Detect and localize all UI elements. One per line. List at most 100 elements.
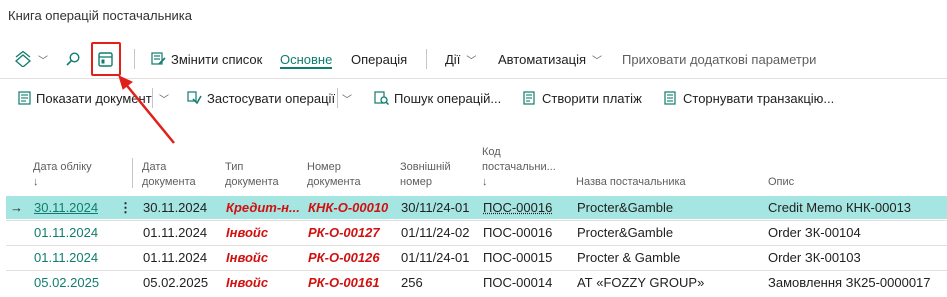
annotation-highlight-box [91,42,121,76]
toolbar-divider-line [0,78,947,79]
show-document-dropdown[interactable]: ﹀ [159,83,169,113]
col-header-label: Код [482,146,501,158]
cell-document-type: Інвойс [226,250,269,265]
reverse-transaction-label: Сторнувати транзакцію... [683,90,835,106]
col-header-document-no[interactable]: Номер документа [307,160,361,190]
col-header-vendor-code[interactable]: Код постачальни... ↓ [482,145,556,190]
cell-document-no[interactable]: РК-О-00127 [308,221,380,244]
search-operations-label: Пошук операцій... [394,90,502,106]
col-header-label: документа [307,176,361,188]
layers-icon [15,51,31,67]
cell-vendor-name: Procter&Gamble [577,225,674,240]
chevron-down-icon: ﹀ [342,94,352,106]
chevron-down-icon: ﹀ [38,55,48,67]
cell-document-no[interactable]: КНК-О-00010 [308,196,388,219]
automation-menu[interactable]: Автоматизація ﹀ [498,40,602,78]
cell-vendor-code[interactable]: ПОС-00016 [483,221,552,244]
edit-list-icon [151,52,166,65]
cell-document-type: Кредит-н... [226,200,300,215]
col-header-document-date[interactable]: Дата документа [142,160,196,190]
tab-operation-label: Операція [351,51,408,67]
cell-vendor-code[interactable]: ПОС-00015 [483,246,552,269]
change-list-button[interactable]: Змінити список [151,40,262,78]
payment-icon [523,91,535,105]
cell-document-date: 01.11.2024 [143,250,208,265]
cell-description: Order ЗК-00104 [768,225,861,240]
tab-main[interactable]: Основне [280,40,333,78]
cell-posting-date[interactable]: 01.11.2024 [34,246,98,269]
col-header-label: Дата обліку [33,161,92,173]
table-row[interactable]: 01.11.2024 01.11.2024 Інвойс РК-О-00126 … [6,246,947,269]
sort-desc-icon: ↓ [482,176,488,188]
cell-vendor-code[interactable]: ПОС-00014 [483,271,552,294]
cell-document-date: 30.11.2024 [143,200,208,215]
cell-document-date: 05.02.2025 [143,275,209,290]
chevron-down-icon: ﹀ [159,94,169,106]
command-toolbar: Показати документ ﹀ Застосувати операції… [0,83,947,113]
col-header-external-no[interactable]: Зовнішній номер [400,160,451,190]
apply-operations-dropdown[interactable]: ﹀ [342,83,352,113]
chevron-down-icon: ﹀ [466,55,477,67]
apply-operations-button[interactable]: Застосувати операції [187,83,335,113]
cell-posting-date[interactable]: 30.11.2024 [34,196,98,219]
document-icon [18,91,31,105]
find-entries-icon [374,91,389,105]
action-bar: ﹀ Змінити список Основне Операція Дії ﹀ [0,40,947,78]
cell-description: Замовлення ЗК25-0000017 [768,275,931,290]
col-header-label: номер [400,176,432,188]
apply-operations-label: Застосувати операції [207,90,336,106]
cell-posting-date[interactable]: 05.02.2025 [34,271,99,294]
cell-vendor-name: Procter&Gamble [577,200,674,215]
cell-external-no: 01/11/24-02 [401,225,470,240]
hide-additional-params-label: Приховати додаткові параметри [622,51,817,67]
search-button[interactable] [66,40,80,78]
toolbar-divider [134,49,135,69]
cell-document-no[interactable]: РК-О-00161 [308,271,380,294]
reverse-icon [664,91,676,105]
tab-main-label: Основне [280,51,333,67]
table-row[interactable]: → 30.11.2024 ⋮ 30.11.2024 Кредит-н... КН… [6,196,947,219]
cell-vendor-code[interactable]: ПОС-00016 [483,196,552,219]
table-row[interactable]: 01.11.2024 01.11.2024 Інвойс РК-О-00127 … [6,221,947,244]
actions-menu-label: Дії [445,51,461,67]
col-header-document-type[interactable]: Тип документа [225,160,279,190]
cell-description: Order ЗК-00103 [768,250,861,265]
sort-desc-icon: ↓ [33,176,39,188]
col-header-posting-date[interactable]: Дата обліку ↓ [33,160,92,190]
cell-document-type: Інвойс [226,225,269,240]
search-operations-button[interactable]: Пошук операцій... [374,83,501,113]
tab-operation[interactable]: Операція [351,40,407,78]
actions-menu-icon[interactable]: ﹀ [14,40,48,78]
cell-vendor-name: АТ «FOZZY GROUP» [577,275,705,290]
active-tab-underline [280,67,333,69]
cell-posting-date[interactable]: 01.11.2024 [34,221,98,244]
col-header-label: Дата [142,161,167,173]
col-header-label: Зовнішній [400,161,451,173]
col-header-description[interactable]: Опис [768,175,794,190]
col-header-vendor-name[interactable]: Назва постачальника [576,175,686,190]
cell-description: Credit Memo КНК-00013 [768,200,912,215]
toolbar-divider [337,88,338,108]
show-document-button[interactable]: Показати документ [18,83,152,113]
search-icon [66,52,80,66]
create-payment-button[interactable]: Створити платіж [523,83,642,113]
cell-document-no[interactable]: РК-О-00126 [308,246,380,269]
column-divider [132,158,133,188]
toolbar-divider [426,49,427,69]
hide-additional-params-button[interactable]: Приховати додаткові параметри [622,40,816,78]
table-row[interactable]: 05.02.2025 05.02.2025 Інвойс РК-О-00161 … [6,271,947,294]
col-header-label: Тип [225,161,244,173]
col-header-label: документа [225,176,279,188]
apply-entries-icon [187,91,202,105]
row-actions-menu-icon[interactable]: ⋮ [119,196,132,219]
toolbar-divider [152,88,153,108]
reverse-transaction-button[interactable]: Сторнувати транзакцію... [664,83,834,113]
automation-menu-label: Автоматизація [498,51,586,67]
chevron-down-icon: ﹀ [592,55,602,67]
actions-menu[interactable]: Дії ﹀ [445,40,476,78]
change-list-label: Змінити список [171,51,263,67]
cell-external-no: 30/11/24-01 [401,200,470,215]
cell-external-no: 01/11/24-01 [401,250,470,265]
col-header-label: документа [142,176,196,188]
col-header-label: Номер [307,161,341,173]
